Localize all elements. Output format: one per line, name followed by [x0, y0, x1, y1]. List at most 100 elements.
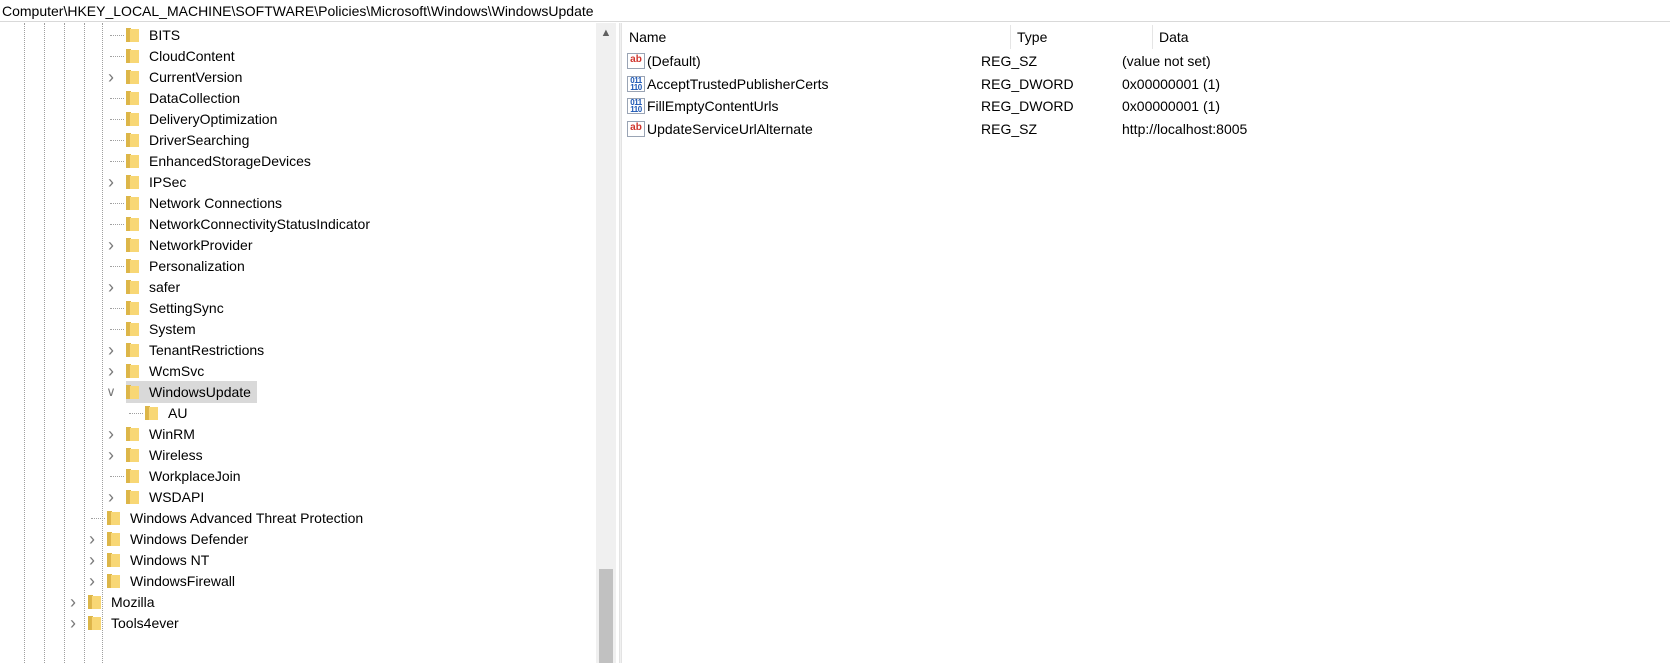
tree-item-label: DeliveryOptimization	[149, 111, 278, 127]
tree-item-label: WorkplaceJoin	[149, 468, 241, 484]
value-row[interactable]: ab UpdateServiceUrlAlternate REG_SZ http://…	[623, 117, 1670, 141]
tree-item[interactable]: Personalization	[110, 255, 247, 277]
chevron-right-icon[interactable]: ›	[103, 66, 119, 88]
tree-connector	[129, 413, 143, 414]
tree-item[interactable]: AU	[129, 402, 189, 424]
pane-splitter[interactable]	[619, 23, 622, 663]
folder-icon	[126, 280, 139, 294]
tree-item[interactable]: › NetworkProvider	[108, 234, 254, 256]
address-path: Computer\HKEY_LOCAL_MACHINE\SOFTWARE\Pol…	[2, 3, 594, 19]
chevron-right-icon[interactable]: ›	[103, 171, 119, 193]
folder-icon	[126, 112, 139, 126]
tree-item[interactable]: › WcmSvc	[108, 360, 206, 382]
tree-connector	[110, 35, 124, 36]
tree-item[interactable]: DriverSearching	[110, 129, 251, 151]
tree-scrollbar[interactable]: ▲	[596, 23, 616, 663]
column-header-type[interactable]: Type	[1011, 25, 1152, 49]
key-tree: BITS CloudContent › CurrentVersion DataColle…	[0, 23, 616, 663]
folder-icon	[107, 532, 120, 546]
value-name: FillEmptyContentUrls	[647, 98, 779, 115]
tree-item-label: Windows NT	[130, 552, 210, 568]
tree-item-label: Windows Defender	[130, 531, 249, 547]
folder-icon	[126, 91, 139, 105]
column-data-label: Data	[1159, 29, 1189, 45]
column-name-label: Name	[629, 29, 667, 45]
tree-item[interactable]: › WindowsFirewall	[89, 570, 237, 592]
tree-item[interactable]: › Mozilla	[70, 591, 157, 613]
tree-item[interactable]: › TenantRestrictions	[108, 339, 266, 361]
tree-item[interactable]: DataCollection	[110, 87, 242, 109]
chevron-right-icon[interactable]: ›	[103, 360, 119, 382]
tree-connector	[110, 56, 124, 57]
tree-item-label: CloudContent	[149, 48, 235, 64]
scroll-up-arrow-icon[interactable]: ▲	[596, 23, 616, 43]
tree-item[interactable]: › CurrentVersion	[108, 66, 244, 88]
value-row[interactable]: 011 110 FillEmptyContentUrls REG_DWORD 0x00…	[623, 94, 1670, 118]
tree-item-label: WinRM	[149, 426, 195, 442]
tree-item[interactable]: CloudContent	[110, 45, 237, 67]
tree-item-label: NetworkProvider	[149, 237, 253, 253]
chevron-right-icon[interactable]: ›	[84, 528, 100, 550]
value-data: http://localhost:8005	[1122, 120, 1248, 137]
folder-icon	[126, 343, 139, 357]
value-data: 0x00000001 (1)	[1122, 98, 1221, 115]
tree-item-label: SettingSync	[149, 300, 224, 316]
chevron-right-icon[interactable]: ›	[84, 549, 100, 571]
chevron-right-icon[interactable]: ›	[103, 339, 119, 361]
chevron-right-icon[interactable]: ›	[103, 234, 119, 256]
folder-icon	[126, 427, 139, 441]
tree-item[interactable]: SettingSync	[110, 297, 226, 319]
tree-item[interactable]: › Windows NT	[89, 549, 211, 571]
chevron-right-icon[interactable]: ›	[103, 486, 119, 508]
folder-icon	[126, 70, 139, 84]
tree-item[interactable]: › safer	[108, 276, 182, 298]
folder-icon	[126, 154, 139, 168]
values-list: Name Type Data ab (Default) REG_SZ (value n…	[623, 23, 1670, 663]
tree-item-label: NetworkConnectivityStatusIndicator	[149, 216, 370, 232]
tree-item[interactable]: Windows Advanced Threat Protection	[91, 507, 365, 529]
folder-icon	[107, 574, 120, 588]
value-type: REG_DWORD	[981, 98, 1074, 115]
tree-item[interactable]: › Windows Defender	[89, 528, 250, 550]
tree-item-label: BITS	[149, 27, 181, 43]
tree-item[interactable]: ∨ WindowsUpdate	[106, 381, 257, 403]
tree-connector	[110, 476, 124, 477]
tree-item[interactable]: BITS	[110, 24, 182, 46]
tree-item[interactable]: System	[110, 318, 198, 340]
tree-item-label: CurrentVersion	[149, 69, 243, 85]
folder-icon	[126, 385, 139, 399]
tree-item[interactable]: › WinRM	[108, 423, 197, 445]
folder-icon	[126, 469, 139, 483]
chevron-right-icon[interactable]: ›	[84, 570, 100, 592]
column-header-name[interactable]: Name	[623, 25, 1011, 49]
chevron-right-icon[interactable]: ›	[65, 612, 81, 634]
value-row[interactable]: ab (Default) REG_SZ (value not set)	[623, 49, 1670, 73]
folder-icon	[126, 364, 139, 378]
address-bar[interactable]: Computer\HKEY_LOCAL_MACHINE\SOFTWARE\Pol…	[0, 0, 1670, 22]
scroll-thumb[interactable]	[599, 569, 613, 663]
tree-item[interactable]: EnhancedStorageDevices	[110, 150, 313, 172]
chevron-down-icon[interactable]: ∨	[103, 381, 119, 403]
dword-value-icon: 011 110	[627, 75, 645, 92]
value-type: REG_SZ	[981, 120, 1038, 137]
value-row[interactable]: 011 110 AcceptTrustedPublisherCerts REG_DW…	[623, 72, 1670, 96]
tree-item[interactable]: › Tools4ever	[70, 612, 181, 634]
tree-item[interactable]: › IPSec	[108, 171, 188, 193]
tree-item[interactable]: › Wireless	[108, 444, 205, 466]
column-header-data[interactable]: Data	[1153, 25, 1670, 49]
tree-item[interactable]: WorkplaceJoin	[110, 465, 243, 487]
chevron-right-icon[interactable]: ›	[103, 444, 119, 466]
value-data: 0x00000001 (1)	[1122, 75, 1221, 92]
tree-item[interactable]: DeliveryOptimization	[110, 108, 279, 130]
chevron-right-icon[interactable]: ›	[103, 423, 119, 445]
folder-icon	[126, 322, 139, 336]
tree-item-label: WindowsFirewall	[130, 573, 236, 589]
tree-item[interactable]: › WSDAPI	[108, 486, 206, 508]
tree-item-label: Wireless	[149, 447, 203, 463]
tree-item-label: EnhancedStorageDevices	[149, 153, 311, 169]
tree-item-label: Network Connections	[149, 195, 283, 211]
chevron-right-icon[interactable]: ›	[103, 276, 119, 298]
tree-item[interactable]: Network Connections	[110, 192, 284, 214]
tree-item[interactable]: NetworkConnectivityStatusIndicator	[110, 213, 372, 235]
chevron-right-icon[interactable]: ›	[65, 591, 81, 613]
